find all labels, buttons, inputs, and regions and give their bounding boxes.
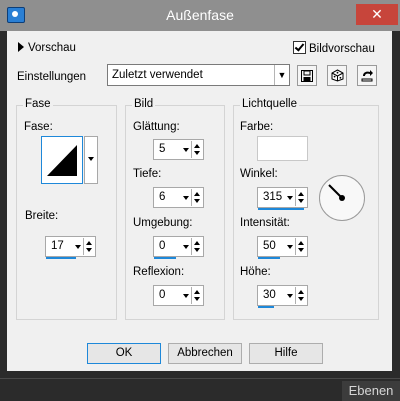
- image-preview-label: Bildvorschau: [309, 43, 375, 55]
- smoothness-value: 5: [159, 143, 166, 155]
- shininess-value: 0: [159, 289, 166, 301]
- width-spinbox[interactable]: 17: [45, 236, 96, 259]
- elevation-value: 30: [263, 289, 276, 301]
- dropdown-arrow-icon[interactable]: [286, 287, 295, 304]
- color-label: Farbe:: [240, 121, 274, 133]
- bevel-shape-dropdown[interactable]: [84, 136, 98, 184]
- depth-label: Tiefe:: [133, 168, 162, 180]
- preset-value: Zuletzt verwendet: [112, 69, 203, 81]
- bevel-shape-label: Fase:: [24, 121, 53, 133]
- up-down-arrows-icon[interactable]: [191, 287, 202, 304]
- preview-toggle[interactable]: Vorschau: [18, 42, 76, 54]
- up-down-arrows-icon[interactable]: [295, 287, 306, 304]
- settings-label: Einstellungen: [17, 71, 87, 83]
- layers-tab[interactable]: Ebenen: [342, 381, 400, 401]
- close-button[interactable]: ✕: [356, 4, 398, 25]
- ambience-label: Umgebung:: [133, 217, 193, 229]
- dropdown-arrow-icon[interactable]: [182, 287, 191, 304]
- width-slider-bar[interactable]: [46, 257, 76, 259]
- angle-label: Winkel:: [240, 168, 278, 180]
- intensity-label: Intensität:: [240, 217, 290, 229]
- help-button[interactable]: Hilfe: [249, 343, 323, 364]
- up-down-arrows-icon[interactable]: [295, 189, 306, 206]
- up-down-arrows-icon[interactable]: [83, 238, 94, 255]
- reset-button[interactable]: [357, 65, 377, 86]
- width-value: 17: [51, 240, 64, 252]
- status-bar: Ebenen: [0, 378, 400, 401]
- smoothness-spinbox[interactable]: 5: [153, 139, 204, 160]
- up-down-arrows-icon[interactable]: [191, 189, 202, 206]
- dialog-title: Außenfase: [166, 7, 234, 23]
- shininess-spinbox[interactable]: 0: [153, 285, 204, 306]
- inner-bevel-dialog: Vorschau Bildvorschau Einstellungen Zule…: [7, 31, 392, 371]
- elevation-spinbox[interactable]: 30: [257, 285, 308, 308]
- expand-triangle-icon: [18, 42, 24, 52]
- dropdown-arrow-icon[interactable]: [182, 189, 191, 206]
- cancel-button[interactable]: Abbrechen: [168, 343, 242, 364]
- depth-value: 6: [159, 191, 166, 203]
- angle-slider-bar[interactable]: [258, 208, 304, 210]
- intensity-slider-bar[interactable]: [258, 257, 280, 259]
- ambience-value: 0: [159, 240, 166, 252]
- bevel-shape-preview[interactable]: [41, 136, 83, 184]
- image-group-title: Bild: [132, 98, 156, 110]
- ambience-spinbox[interactable]: 0: [153, 236, 204, 259]
- bevel-group-title: Fase: [23, 98, 53, 110]
- light-color-swatch[interactable]: [257, 136, 308, 161]
- up-down-arrows-icon[interactable]: [295, 238, 306, 255]
- title-bar: Außenfase ✕: [0, 0, 400, 31]
- dropdown-arrow-icon[interactable]: [74, 238, 83, 255]
- angle-needle-icon: [328, 184, 345, 201]
- intensity-spinbox[interactable]: 50: [257, 236, 308, 259]
- dropdown-arrow-icon[interactable]: [182, 141, 191, 158]
- preview-label: Vorschau: [28, 42, 76, 54]
- shininess-label: Reflexion:: [133, 266, 185, 278]
- light-source-group-title: Lichtquelle: [240, 98, 299, 110]
- angle-spinbox[interactable]: 315: [257, 187, 308, 210]
- dropdown-arrow-icon[interactable]: [286, 189, 295, 206]
- randomize-button[interactable]: [327, 65, 347, 86]
- save-preset-button[interactable]: [297, 65, 317, 86]
- depth-spinbox[interactable]: 6: [153, 187, 204, 208]
- up-down-arrows-icon[interactable]: [191, 238, 202, 255]
- reset-icon: [361, 70, 373, 82]
- image-preview-checkbox[interactable]: Bildvorschau: [293, 41, 375, 55]
- ambience-slider-bar[interactable]: [154, 257, 176, 259]
- smoothness-label: Glättung:: [133, 121, 180, 133]
- intensity-value: 50: [263, 240, 276, 252]
- up-down-arrows-icon[interactable]: [191, 141, 202, 158]
- save-icon: [301, 70, 313, 82]
- randomize-icon: [331, 69, 343, 82]
- angle-dial[interactable]: [319, 175, 365, 221]
- ok-button[interactable]: OK: [87, 343, 161, 364]
- preset-select[interactable]: Zuletzt verwendet ▼: [107, 64, 290, 86]
- dropdown-arrow-icon[interactable]: [286, 238, 295, 255]
- chevron-down-icon[interactable]: ▼: [274, 65, 289, 85]
- dropdown-arrow-icon[interactable]: [182, 238, 191, 255]
- angle-value: 315: [263, 191, 283, 203]
- width-label: Breite:: [25, 210, 59, 222]
- elevation-label: Höhe:: [240, 266, 271, 278]
- elevation-slider-bar[interactable]: [258, 306, 274, 308]
- bevel-shape-icon: [47, 145, 77, 176]
- checkbox-checked-icon: [293, 41, 306, 54]
